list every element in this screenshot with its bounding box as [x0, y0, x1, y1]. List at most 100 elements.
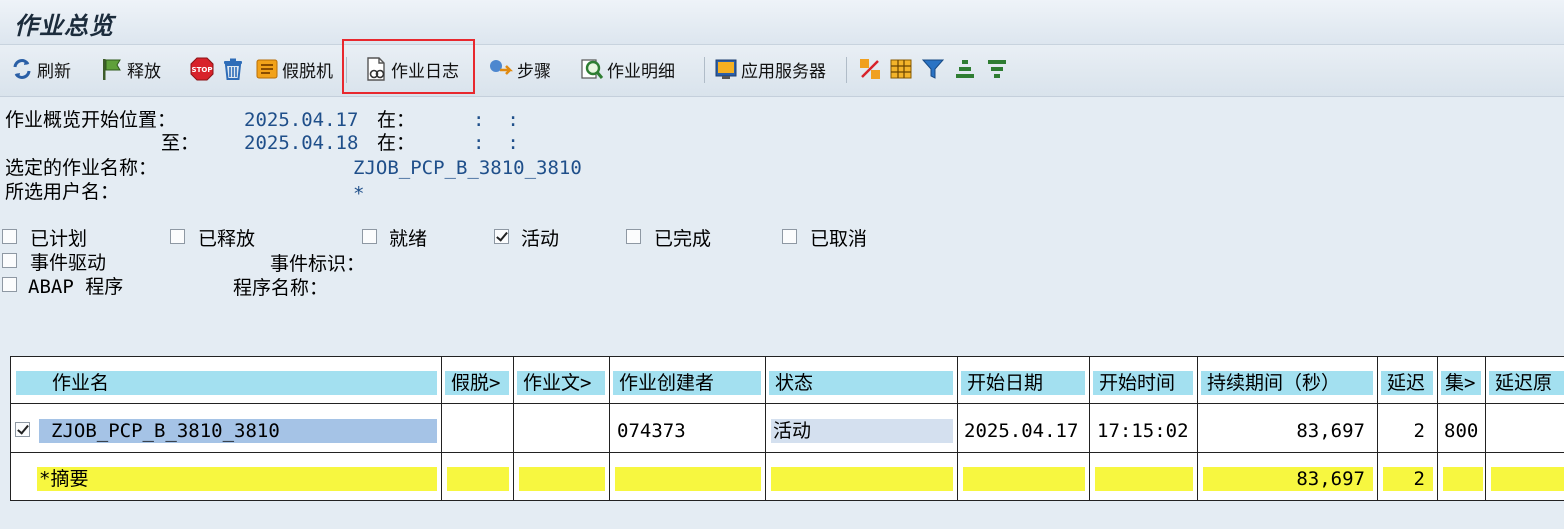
abap-program-label: ABAP 程序 — [28, 276, 124, 298]
col-header-spool[interactable]: 假脱> — [445, 371, 509, 395]
release-label: 释放 — [127, 61, 161, 82]
job-name-label: 选定的作业名称： — [5, 157, 158, 179]
summary-spool — [447, 467, 509, 491]
layout-button[interactable] — [858, 56, 885, 82]
job-details-label: 作业明细 — [607, 61, 675, 82]
steps-label: 步骤 — [517, 61, 551, 82]
magnifier-icon — [581, 59, 604, 79]
active-checkbox[interactable] — [494, 229, 509, 244]
title-bar: 作业总览 — [0, 0, 1564, 44]
cancelled-label: 已取消 — [810, 228, 868, 250]
col-header-delay[interactable]: 延迟 — [1381, 371, 1433, 395]
steps-icon — [490, 60, 514, 75]
end-position-label: 至： — [161, 132, 200, 154]
row-duration[interactable]: 83,697 — [1203, 419, 1373, 443]
trash-icon — [224, 58, 242, 80]
refresh-icon — [13, 59, 31, 79]
app-server-label: 应用服务器 — [741, 61, 826, 82]
job-name-value: ZJOB_PCP_B_3810_3810 — [353, 157, 582, 179]
row-spool[interactable] — [447, 419, 509, 443]
highlight-box — [342, 39, 475, 94]
summary-delay-reason — [1491, 467, 1564, 491]
summary-job-doc — [519, 467, 605, 491]
col-header-created-by[interactable]: 作业创建者 — [613, 371, 761, 395]
col-header-job-doc[interactable]: 作业文> — [517, 371, 605, 395]
released-checkbox[interactable] — [170, 229, 185, 244]
program-name-label: 程序名称： — [233, 277, 329, 299]
server-icon — [715, 59, 737, 79]
spool-icon — [256, 59, 278, 79]
end-time-value: : : — [473, 132, 519, 154]
ready-label: 就绪 — [389, 228, 428, 250]
released-label: 已释放 — [198, 228, 256, 250]
row-client[interactable]: 800 — [1443, 419, 1483, 443]
row-select-checkbox[interactable] — [15, 422, 30, 437]
event-driven-label: 事件驱动 — [30, 252, 107, 274]
sort-descending-button[interactable] — [985, 56, 1012, 82]
row-delay-reason[interactable] — [1491, 419, 1564, 443]
job-details-button[interactable]: 作业明细 — [580, 56, 675, 82]
filter-button[interactable] — [921, 56, 948, 82]
row-delay[interactable]: 2 — [1383, 419, 1433, 443]
spool-label: 假脱机 — [282, 61, 333, 82]
row-job-doc[interactable] — [519, 419, 605, 443]
svg-text:STOP: STOP — [192, 66, 213, 74]
spool-button[interactable]: 假脱机 — [255, 56, 333, 82]
filter-icon — [921, 59, 945, 79]
summary-client — [1443, 467, 1483, 491]
refresh-button[interactable]: 刷新 — [10, 56, 71, 82]
start-at-label: 在： — [377, 109, 416, 131]
col-header-start-date[interactable]: 开始日期 — [961, 371, 1085, 395]
summary-start-time — [1095, 467, 1193, 491]
stop-button[interactable]: STOP — [190, 56, 217, 82]
row-job-name[interactable]: ZJOB_PCP_B_3810_3810 — [39, 419, 437, 443]
release-button[interactable]: 释放 — [100, 56, 161, 82]
finished-checkbox[interactable] — [626, 229, 641, 244]
col-header-status[interactable]: 状态 — [769, 371, 953, 395]
event-driven-checkbox[interactable] — [2, 253, 17, 268]
grid-button[interactable] — [889, 56, 916, 82]
col-header-job-name[interactable]: 作业名 — [16, 371, 437, 395]
end-at-label: 在： — [377, 132, 416, 154]
sort-descending-icon — [988, 60, 1006, 78]
ready-checkbox[interactable] — [362, 229, 377, 244]
layout-icon — [860, 59, 880, 79]
col-header-client[interactable]: 集> — [1441, 371, 1481, 395]
scheduled-checkbox[interactable] — [2, 229, 17, 244]
row-created-by[interactable]: 074373 — [615, 419, 761, 443]
refresh-label: 刷新 — [37, 61, 71, 82]
summary-start-date — [963, 467, 1085, 491]
sort-ascending-icon — [956, 60, 974, 78]
user-name-label: 所选用户名： — [5, 181, 120, 203]
col-header-start-time[interactable]: 开始时间 — [1093, 371, 1193, 395]
row-status[interactable]: 活动 — [771, 419, 953, 443]
flag-icon — [103, 59, 121, 80]
delete-button[interactable] — [221, 56, 248, 82]
summary-label: *摘要 — [37, 467, 437, 491]
steps-button[interactable]: 步骤 — [488, 56, 551, 82]
summary-duration: 83,697 — [1203, 467, 1373, 491]
application-toolbar: 刷新 释放 STOP 假脱机 作业日志 步骤 作业明细 应用服务器 — [0, 44, 1564, 97]
col-header-delay-reason[interactable]: 延迟原 — [1489, 371, 1564, 395]
app-server-button[interactable]: 应用服务器 — [714, 56, 826, 82]
page-title: 作业总览 — [14, 12, 114, 40]
abap-program-checkbox[interactable] — [2, 277, 17, 292]
row-start-date[interactable]: 2025.04.17 — [963, 419, 1085, 443]
summary-delay: 2 — [1383, 467, 1433, 491]
finished-label: 已完成 — [654, 228, 712, 250]
start-time-value: : : — [473, 109, 519, 131]
user-name-value: * — [353, 183, 365, 205]
toolbar-separator — [846, 57, 847, 83]
job-table: 作业名 假脱> 作业文> 作业创建者 状态 开始日期 开始时间 持续期间（秒） … — [10, 356, 1564, 501]
active-label: 活动 — [521, 228, 560, 250]
col-header-duration[interactable]: 持续期间（秒） — [1201, 371, 1373, 395]
scheduled-label: 已计划 — [30, 228, 88, 250]
sort-ascending-button[interactable] — [953, 56, 980, 82]
start-date-value: 2025.04.17 — [244, 109, 359, 131]
start-position-label: 作业概览开始位置： — [5, 109, 177, 131]
cancelled-checkbox[interactable] — [782, 229, 797, 244]
grid-icon — [890, 59, 912, 79]
summary-created-by — [615, 467, 761, 491]
row-start-time[interactable]: 17:15:02 — [1095, 419, 1193, 443]
end-date-value: 2025.04.18 — [244, 132, 359, 154]
